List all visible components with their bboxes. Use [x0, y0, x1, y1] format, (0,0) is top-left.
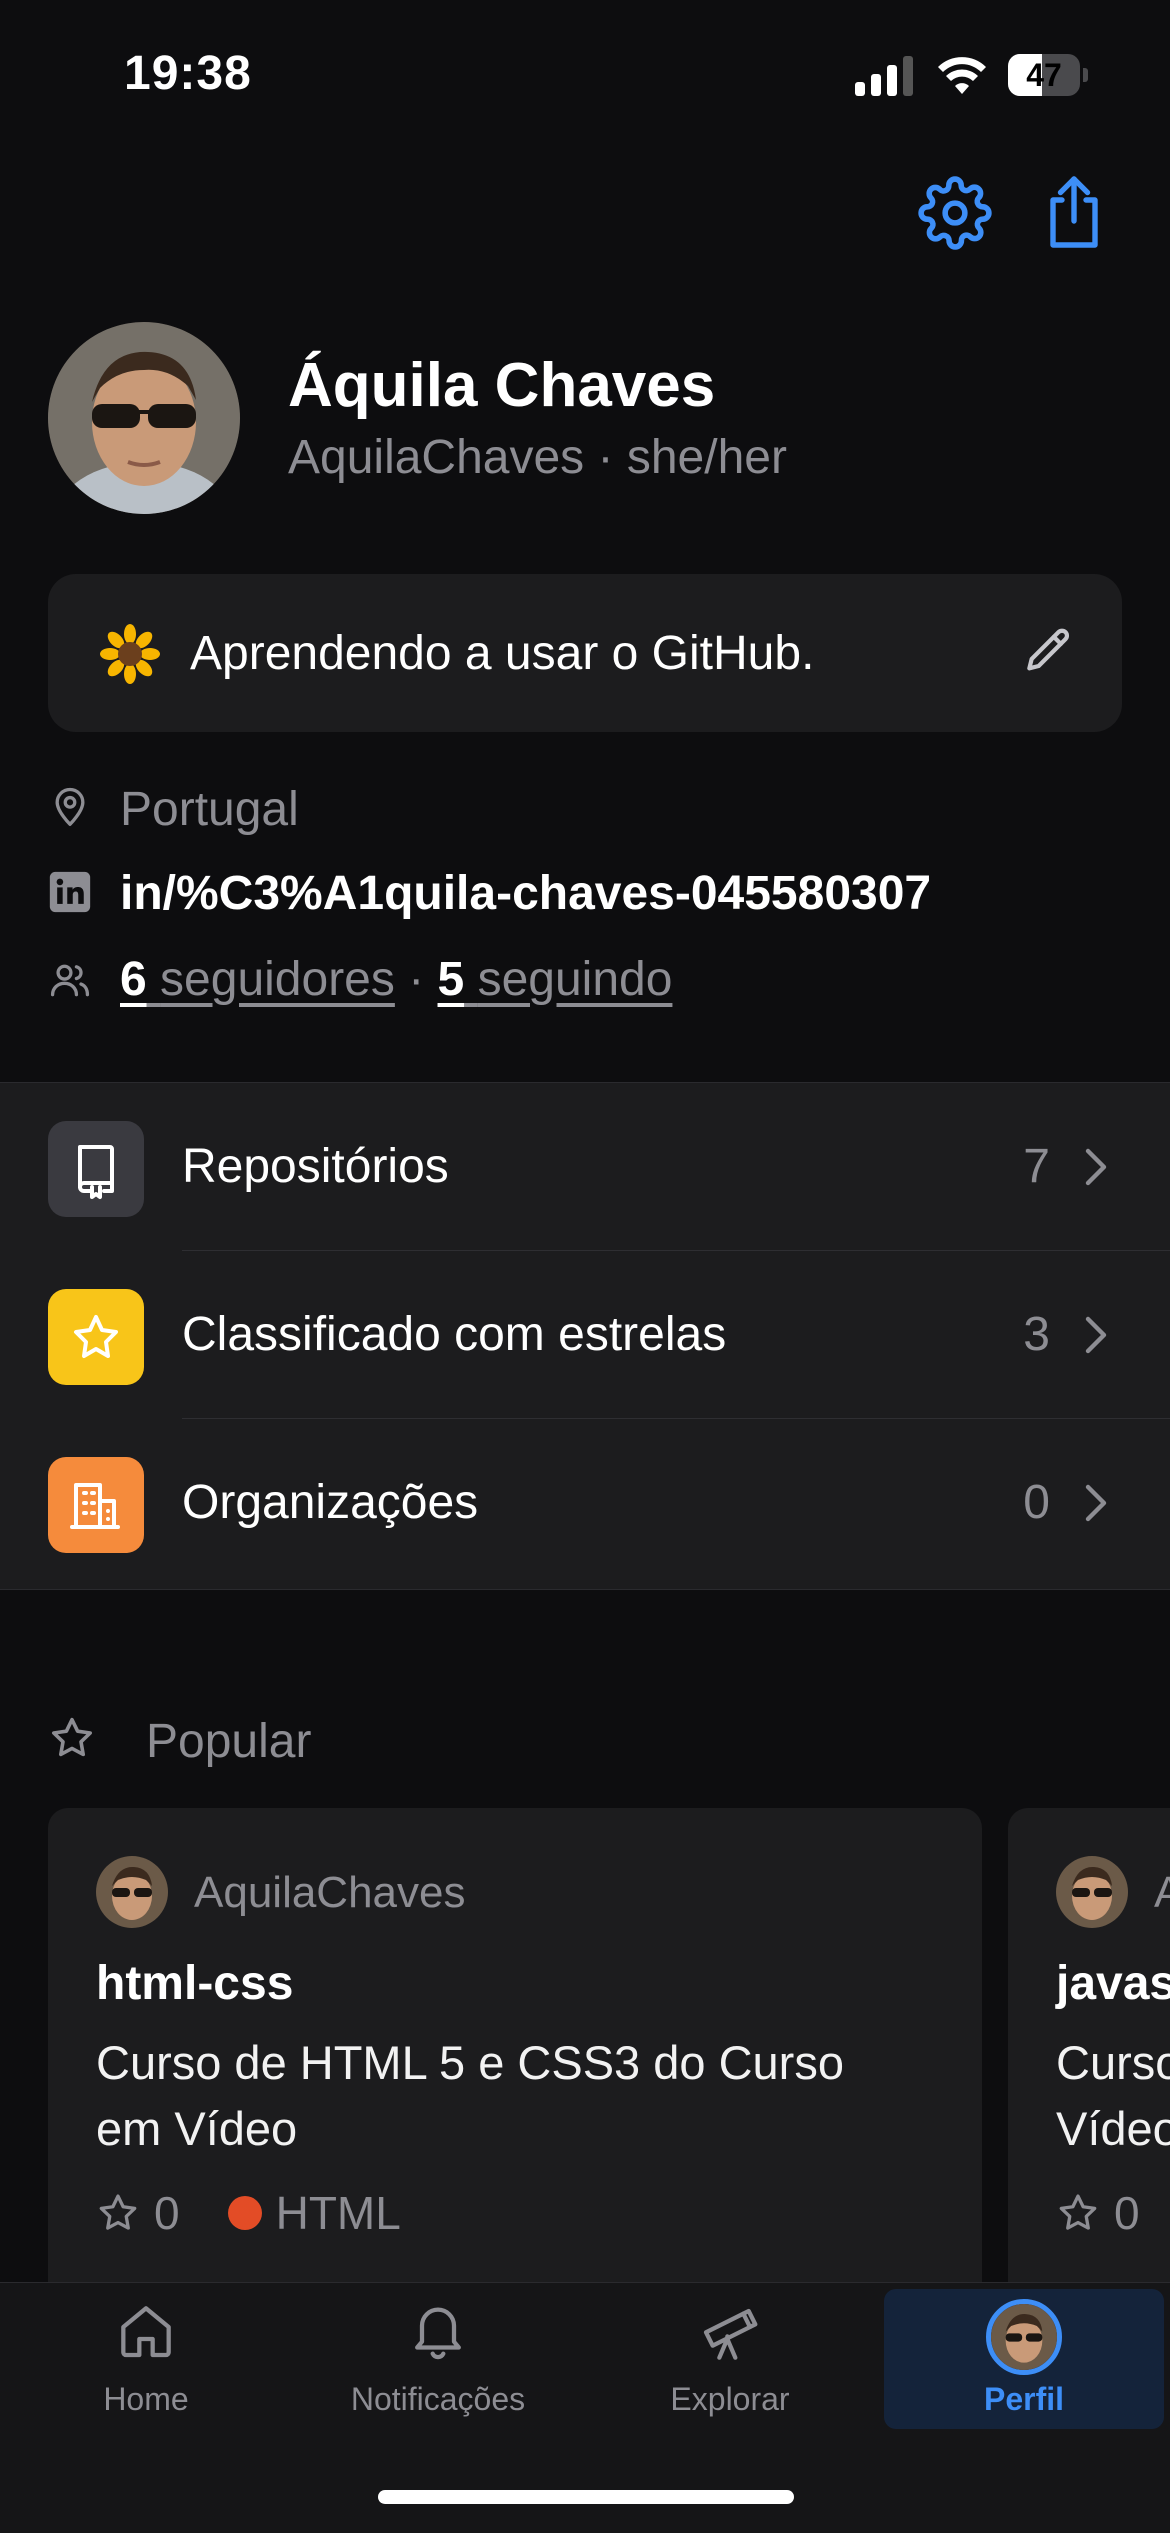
profile-avatar[interactable]: [48, 322, 240, 514]
popular-section-title: Popular: [146, 1715, 312, 1768]
bell-icon: [415, 2307, 461, 2360]
bio-card[interactable]: Aprendendo a usar o GitHub.: [48, 574, 1122, 732]
repo-icon: [48, 1121, 144, 1217]
followers-link[interactable]: 6 seguidores: [120, 953, 395, 1006]
tab-explore[interactable]: Explorar: [584, 2283, 876, 2423]
chevron-right-icon: [1085, 1148, 1107, 1186]
star-icon: [48, 1289, 144, 1385]
repo-description-line: em Vídeo: [96, 2102, 298, 2155]
repo-meta: 0: [1056, 2186, 1140, 2240]
star-outline-icon: [52, 1717, 92, 1757]
list-item-starred[interactable]: Classificado com estrelas 3: [0, 1251, 1170, 1419]
profile-menu-list: Repositórios 7 Classificado com estrelas…: [0, 1082, 1170, 1590]
list-item-label: Organizações: [182, 1476, 479, 1529]
tab-label: Perfil: [983, 2381, 1065, 2417]
avatar-image: [48, 322, 240, 514]
linkedin-icon: [49, 871, 91, 913]
repo-language: HTML: [275, 2187, 401, 2239]
list-item-label: Repositórios: [182, 1140, 449, 1193]
tab-label: Explorar: [670, 2381, 790, 2417]
repo-name: javas: [1056, 1957, 1170, 2010]
followers-label: seguidores: [160, 953, 395, 1006]
people-icon: [50, 964, 90, 997]
home-icon: [121, 2306, 171, 2358]
tab-label: Home: [103, 2381, 189, 2417]
owner-avatar: [1056, 1856, 1128, 1928]
chevron-right-icon: [1085, 1484, 1107, 1522]
bio-text: Aprendendo a usar o GitHub.: [190, 627, 815, 680]
repo-owner: AquilaChaves: [194, 1868, 466, 1917]
repo-card[interactable]: AquilaChaves html-css Curso de HTML 5 e …: [48, 1808, 982, 2328]
following-link[interactable]: 5 seguindo: [438, 953, 673, 1006]
repo-star-count: 0: [1114, 2187, 1140, 2239]
language-color-dot: [227, 2196, 262, 2230]
follow-separator: ·: [408, 953, 425, 1006]
chevron-right-icon: [1085, 1316, 1107, 1354]
linkedin-link[interactable]: in/%C3%A1quila-chaves-045580307: [120, 866, 931, 921]
repo-owner: A: [1154, 1868, 1170, 1917]
list-item-label: Classificado com estrelas: [182, 1308, 727, 1361]
repo-description-line: Curso de HTML 5 e CSS3 do Curso: [96, 2036, 844, 2089]
repo-meta: 0 HTML: [96, 2186, 401, 2240]
location-pin-icon: [55, 787, 85, 826]
followers-row: 6 seguidores · 5 seguindo: [120, 952, 672, 1007]
settings-gear-icon[interactable]: [918, 176, 992, 250]
battery-percentage: 47: [1026, 57, 1062, 93]
repo-description: Curso de HTML 5 e CSS3 do Curso em Vídeo: [96, 2030, 956, 2162]
profile-name: Áquila Chaves: [288, 351, 716, 420]
home-indicator: [378, 2490, 794, 2504]
followers-count: 6: [120, 953, 147, 1006]
following-label: seguindo: [477, 953, 673, 1006]
star-outline-icon: [1059, 2194, 1097, 2230]
wifi-icon: [938, 57, 986, 94]
sunflower-icon: [100, 624, 160, 684]
tab-notifications[interactable]: Notificações: [292, 2283, 584, 2423]
repo-description-line: Vídeo: [1056, 2102, 1170, 2155]
organization-icon: [48, 1457, 144, 1553]
repo-description: Curso Vídeo: [1056, 2030, 1170, 2162]
following-count: 5: [437, 953, 465, 1006]
telescope-icon: [703, 2308, 758, 2360]
share-icon[interactable]: [1038, 172, 1110, 252]
star-outline-icon: [99, 2194, 137, 2230]
battery-icon: 47: [1008, 54, 1088, 96]
profile-location: Portugal: [120, 783, 299, 836]
cellular-signal-icon: [855, 56, 913, 96]
list-item-count: 0: [1023, 1476, 1050, 1529]
list-item-count: 3: [1023, 1308, 1050, 1361]
tab-profile[interactable]: Perfil: [884, 2289, 1164, 2429]
repo-star-count: 0: [154, 2187, 180, 2239]
repo-card[interactable]: A javas Curso Vídeo 0: [1008, 1808, 1170, 2328]
owner-avatar: [96, 1856, 168, 1928]
list-item-organizations[interactable]: Organizações 0: [0, 1419, 1170, 1587]
pencil-edit-icon[interactable]: [1020, 624, 1076, 680]
profile-handle-pronouns: AquilaChaves · she/her: [288, 431, 787, 484]
status-time: 19:38: [124, 47, 252, 100]
tab-home[interactable]: Home: [0, 2283, 292, 2423]
tab-label: Notificações: [350, 2381, 526, 2417]
list-item-count: 7: [1023, 1140, 1050, 1193]
repo-description-line: Curso: [1056, 2036, 1170, 2089]
list-item-repositories[interactable]: Repositórios 7: [0, 1083, 1170, 1251]
avatar: [986, 2299, 1062, 2375]
repo-name: html-css: [96, 1957, 294, 2010]
